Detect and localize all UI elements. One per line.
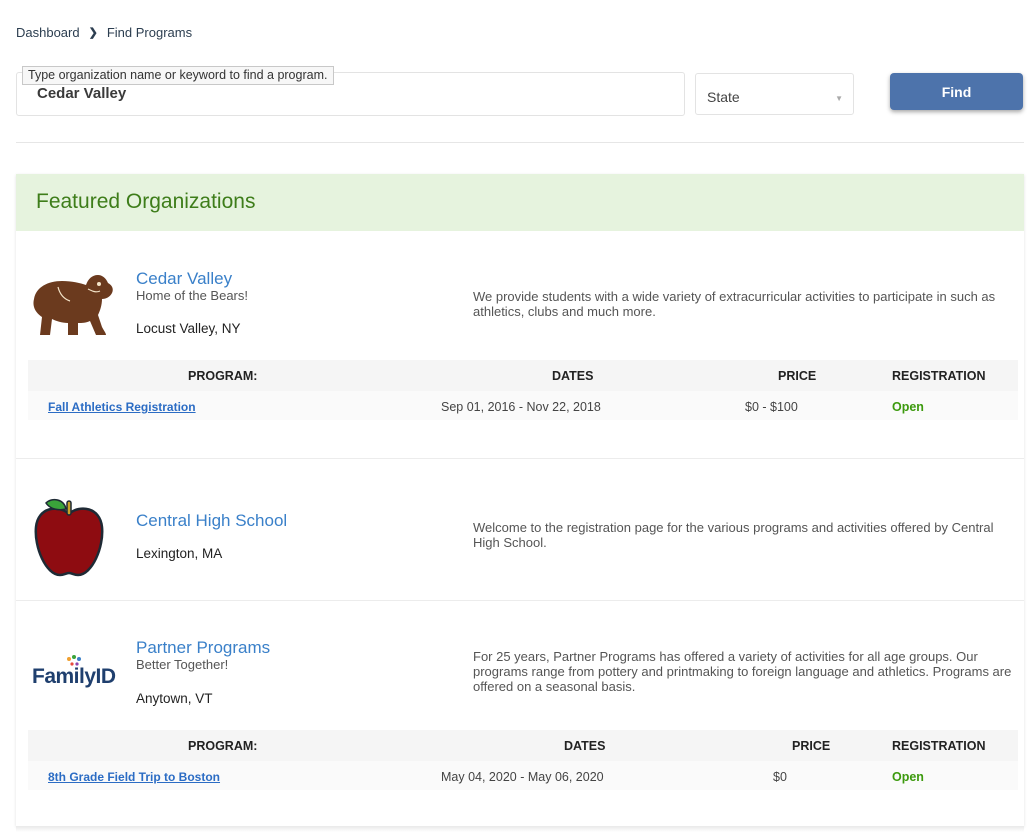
find-button[interactable]: Find: [890, 73, 1023, 110]
breadcrumb: Dashboard ❯ Find Programs: [16, 25, 192, 40]
org-cedar-valley: Cedar Valley Home of the Bears! Locust V…: [16, 231, 1024, 458]
featured-organizations-card: Featured Organizations Cedar Valley Home…: [16, 174, 1024, 826]
org-name-link[interactable]: Partner Programs: [136, 638, 270, 658]
search-input[interactable]: [37, 85, 657, 102]
divider: [16, 142, 1024, 143]
col-dates: DATES: [552, 369, 594, 383]
chevron-right-icon: ❯: [88, 27, 98, 39]
program-table-header: PROGRAM: DATES PRICE REGISTRATION: [28, 360, 1018, 391]
org-location: Anytown, VT: [136, 691, 213, 706]
org-description: Welcome to the registration page for the…: [473, 520, 994, 550]
program-dates: Sep 01, 2016 - Nov 22, 2018: [441, 400, 601, 414]
org-central-high-school: Central High School Lexington, MA Welcom…: [16, 458, 1024, 600]
org-location: Locust Valley, NY: [136, 321, 241, 336]
status-badge: Open: [892, 770, 924, 784]
table-row: 8th Grade Field Trip to Boston May 04, 2…: [28, 761, 1018, 790]
program-link[interactable]: Fall Athletics Registration: [48, 400, 196, 414]
program-price: $0 - $100: [745, 400, 798, 414]
col-registration: REGISTRATION: [892, 369, 986, 383]
caret-down-icon: ▼: [835, 94, 843, 103]
program-table: PROGRAM: DATES PRICE REGISTRATION Fall A…: [28, 360, 1018, 420]
state-select[interactable]: State ▼: [695, 73, 854, 115]
org-partner-programs: FamilyID Partner Programs Better Togethe…: [16, 600, 1024, 826]
col-program: PROGRAM:: [188, 369, 258, 383]
col-registration: REGISTRATION: [892, 739, 986, 753]
org-name-link[interactable]: Central High School: [136, 511, 287, 531]
program-table: PROGRAM: DATES PRICE REGISTRATION 8th Gr…: [28, 730, 1018, 790]
featured-title: Featured Organizations: [36, 190, 256, 213]
breadcrumb-dashboard-link[interactable]: Dashboard: [16, 25, 80, 40]
status-badge: Open: [892, 400, 924, 414]
program-link[interactable]: 8th Grade Field Trip to Boston: [48, 770, 220, 784]
program-table-header: PROGRAM: DATES PRICE REGISTRATION: [28, 730, 1018, 761]
col-dates: DATES: [564, 739, 606, 753]
breadcrumb-current: Find Programs: [106, 25, 193, 40]
col-price: PRICE: [792, 739, 831, 753]
org-description: For 25 years, Partner Programs has offer…: [473, 649, 1012, 694]
program-price: $0: [773, 770, 787, 784]
table-row: Fall Athletics Registration Sep 01, 2016…: [28, 391, 1018, 420]
org-tagline: Better Together!: [136, 657, 229, 672]
org-description: We provide students with a wide variety …: [473, 289, 996, 319]
familyid-logo: FamilyID: [32, 653, 118, 698]
program-dates: May 04, 2020 - May 06, 2020: [441, 770, 604, 784]
card-bottom-shadow: [16, 826, 1024, 832]
apple-icon: [32, 497, 106, 584]
state-select-label: State: [707, 89, 740, 105]
familyid-logo-text: FamilyID: [32, 665, 116, 688]
org-location: Lexington, MA: [136, 546, 223, 561]
org-tagline: Home of the Bears!: [136, 288, 248, 303]
col-price: PRICE: [778, 369, 817, 383]
search-tooltip: Type organization name or keyword to fin…: [22, 66, 335, 85]
bear-icon: [26, 267, 114, 342]
col-program: PROGRAM:: [188, 739, 258, 753]
org-name-link[interactable]: Cedar Valley: [136, 269, 232, 289]
featured-header: Featured Organizations: [16, 174, 1024, 231]
